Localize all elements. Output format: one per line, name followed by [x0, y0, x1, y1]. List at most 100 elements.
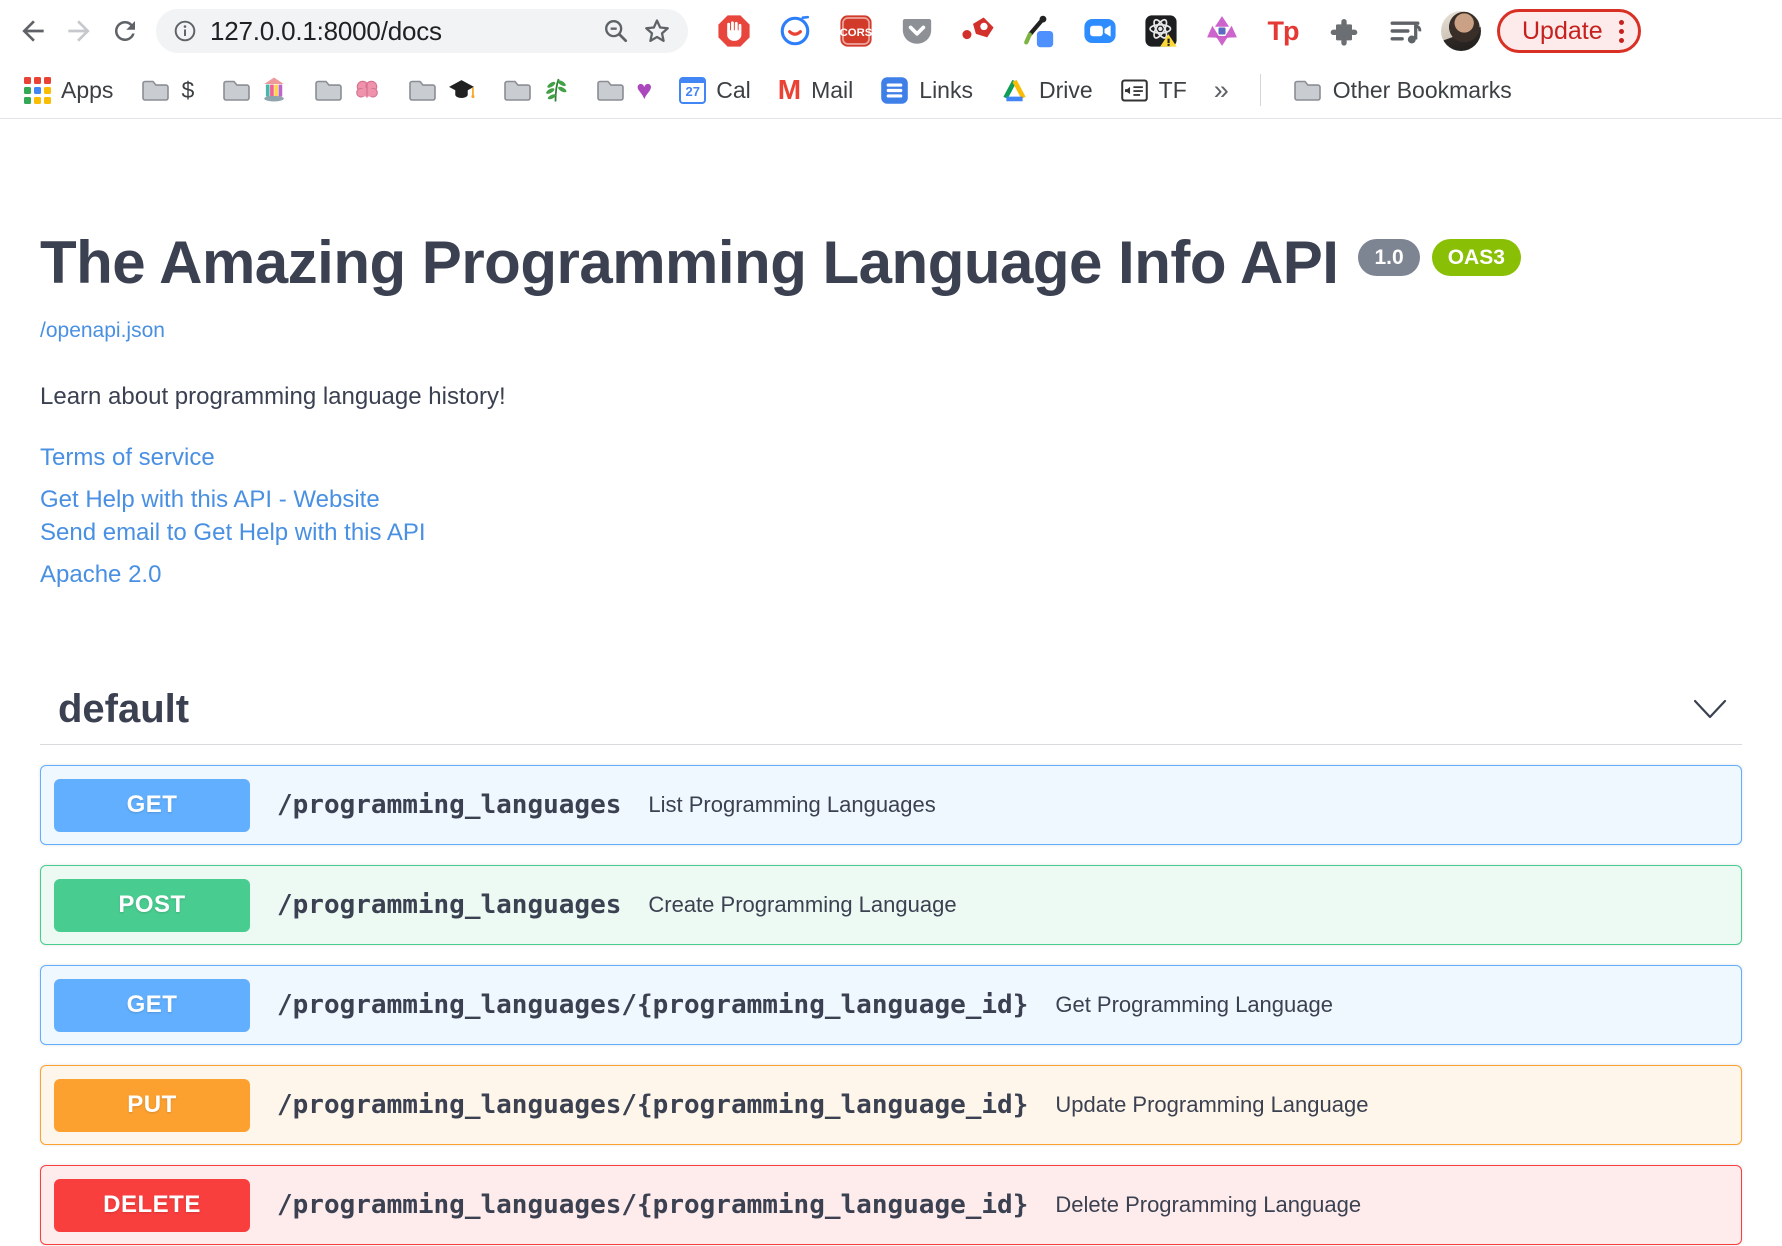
update-label: Update: [1522, 16, 1603, 45]
url-text[interactable]: 127.0.0.1:8000/docs: [210, 16, 442, 47]
svg-text:CORS: CORS: [840, 27, 873, 39]
endpoint-summary: Delete Programming Language: [1055, 1192, 1362, 1217]
react-devtools-extension-icon[interactable]: [1143, 13, 1179, 49]
media-queue-extension-icon[interactable]: [1387, 13, 1423, 49]
bookmark-tf[interactable]: TF: [1114, 73, 1193, 108]
bookmarks-bar: Apps $ ♥ 27 Cal M Mail Links Drive TF » …: [0, 62, 1782, 119]
bookmark-other-bookmarks[interactable]: Other Bookmarks: [1286, 73, 1518, 108]
bookmark-label: TF: [1158, 76, 1187, 103]
cors-extension-icon[interactable]: CORS: [838, 13, 874, 49]
bookmark-folder-brain[interactable]: [307, 73, 386, 107]
bookmark-label: Other Bookmarks: [1332, 76, 1512, 103]
page-info-icon[interactable]: [172, 18, 198, 44]
bookmark-folder-carousel[interactable]: [215, 73, 292, 107]
api-links: Terms of service Get Help with this API …: [40, 441, 1742, 591]
oas3-badge: OAS3: [1431, 239, 1521, 276]
apps-grid-icon: [24, 76, 51, 104]
method-badge: DELETE: [54, 1178, 250, 1232]
profile-avatar[interactable]: [1441, 11, 1481, 51]
bookmark-folder-purple-heart[interactable]: ♥: [589, 73, 658, 108]
bookmark-label: Mail: [811, 76, 854, 103]
bookmarks-overflow-chevron[interactable]: »: [1208, 71, 1235, 110]
pocket-extension-icon[interactable]: [899, 13, 935, 49]
bookmark-folder-herb[interactable]: [496, 73, 574, 107]
openapi-spec-link[interactable]: /openapi.json: [40, 319, 165, 343]
method-badge: GET: [54, 978, 250, 1032]
endpoint-row-post[interactable]: POST /programming_languages Create Progr…: [40, 865, 1742, 945]
license-link[interactable]: Apache 2.0: [40, 558, 1742, 591]
bookmark-label: Links: [919, 76, 973, 103]
bookmark-folder-money[interactable]: $: [134, 73, 200, 108]
endpoint-path: /programming_languages/{programming_lang…: [277, 990, 1029, 1020]
bookmark-apps[interactable]: Apps: [18, 73, 119, 108]
endpoint-path: /programming_languages: [277, 790, 622, 820]
update-button[interactable]: Update: [1497, 9, 1641, 53]
herb-icon: [546, 78, 567, 102]
chat-bubble-extension-icon[interactable]: [777, 13, 813, 49]
version-badge: 1.0: [1358, 239, 1420, 276]
collapse-chevron-icon[interactable]: [1692, 698, 1728, 720]
carousel-horse-icon: [264, 77, 284, 102]
bookmark-links[interactable]: Links: [874, 72, 979, 109]
recycle-purple-extension-icon[interactable]: [1204, 13, 1240, 49]
bookmark-calendar[interactable]: 27 Cal: [673, 73, 757, 108]
method-badge: PUT: [54, 1078, 250, 1132]
forward-button[interactable]: [56, 8, 102, 54]
extensions-puzzle-icon[interactable]: [1326, 13, 1362, 49]
address-bar[interactable]: 127.0.0.1:8000/docs: [156, 9, 688, 53]
forward-arrow-icon: [68, 20, 90, 42]
tp-label: Tp: [1267, 15, 1300, 46]
terms-of-service-link[interactable]: Terms of service: [40, 441, 1742, 474]
brain-icon: [356, 80, 379, 98]
endpoint-summary: List Programming Languages: [648, 792, 936, 817]
endpoint-summary: Create Programming Language: [648, 892, 957, 917]
folder-icon: [1293, 80, 1321, 101]
swagger-page: The Amazing Programming Language Info AP…: [0, 231, 1782, 1246]
red-diamond-extension-icon[interactable]: [960, 13, 996, 49]
section-title: default: [58, 687, 190, 731]
extensions-row: CORS Tp: [716, 13, 1423, 49]
browser-toolbar: 127.0.0.1:8000/docs CORS Tp Update: [0, 0, 1782, 62]
section-header-default[interactable]: default: [40, 687, 1742, 745]
folder-icon: [409, 80, 437, 101]
tp-extension-icon[interactable]: Tp: [1265, 13, 1301, 49]
calendar-icon: 27: [679, 76, 707, 104]
tf-doc-icon: [1120, 78, 1148, 102]
browser-menu-kebab-icon[interactable]: [1618, 19, 1624, 43]
api-header: The Amazing Programming Language Info AP…: [40, 231, 1742, 295]
endpoint-row-delete[interactable]: DELETE /programming_languages/{programmi…: [40, 1165, 1742, 1245]
endpoint-summary: Update Programming Language: [1055, 1092, 1369, 1117]
folder-icon: [597, 80, 625, 101]
method-badge: POST: [54, 878, 250, 932]
endpoint-path: /programming_languages/{programming_lang…: [277, 1090, 1029, 1120]
endpoint-row-get[interactable]: GET /programming_languages/{programming_…: [40, 965, 1742, 1045]
bookmark-star-icon[interactable]: [642, 16, 672, 46]
bookmark-drive[interactable]: Drive: [994, 73, 1099, 108]
bookmark-label: Apps: [61, 76, 114, 103]
graduation-cap-icon: [449, 80, 475, 98]
endpoints-list: GET /programming_languages List Programm…: [40, 765, 1742, 1245]
back-arrow-icon: [22, 20, 44, 42]
endpoint-row-get[interactable]: GET /programming_languages List Programm…: [40, 765, 1742, 845]
endpoint-path: /programming_languages: [277, 890, 622, 920]
endpoint-row-put[interactable]: PUT /programming_languages/{programming_…: [40, 1065, 1742, 1145]
help-website-link[interactable]: Get Help with this API - Website: [40, 483, 1742, 516]
stop-hand-extension-icon[interactable]: [716, 13, 752, 49]
bookmark-gmail[interactable]: M Mail: [772, 72, 860, 108]
gmail-icon: M: [777, 74, 802, 105]
bookmark-folder-graduation[interactable]: [401, 73, 481, 107]
color-picker-extension-icon[interactable]: [1021, 13, 1057, 49]
folder-icon: [315, 80, 343, 101]
folder-icon: [142, 80, 170, 101]
refresh-button[interactable]: [102, 8, 148, 54]
zoom-out-icon[interactable]: [602, 17, 630, 45]
api-description: Learn about programming language history…: [40, 383, 506, 410]
zoom-camera-extension-icon[interactable]: [1082, 13, 1118, 49]
bookmark-label: $: [181, 76, 195, 103]
bookmark-label: Cal: [716, 76, 751, 103]
method-badge: GET: [54, 778, 250, 832]
api-badges: 1.0 OAS3: [1358, 239, 1521, 276]
bookmark-label: Drive: [1038, 76, 1093, 103]
help-email-link[interactable]: Send email to Get Help with this API: [40, 516, 1742, 549]
back-button[interactable]: [10, 8, 56, 54]
